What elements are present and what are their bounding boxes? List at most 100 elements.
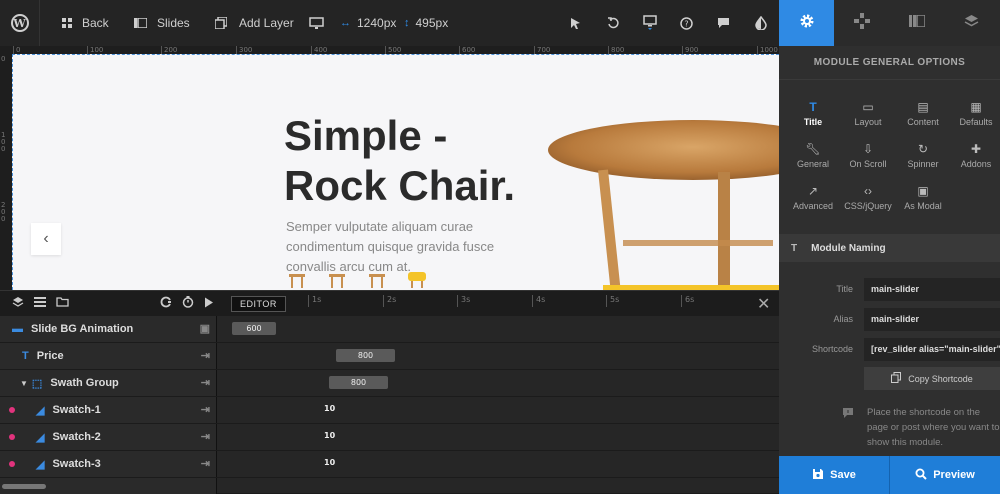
prev-slide-button[interactable]: ‹ bbox=[31, 223, 61, 255]
svg-text:?: ? bbox=[684, 19, 688, 28]
animation-bar[interactable]: 800 bbox=[329, 376, 388, 389]
select-tool-button[interactable] bbox=[557, 0, 594, 46]
width-field[interactable]: ↔ 1240px bbox=[340, 0, 396, 46]
caret-down-icon[interactable]: ▼ bbox=[20, 379, 28, 388]
chair-thumb-4[interactable] bbox=[406, 268, 428, 290]
play-icon[interactable] bbox=[204, 296, 214, 308]
row-title: Swath Group bbox=[50, 377, 119, 389]
horizontal-scrollbar[interactable] bbox=[2, 484, 46, 489]
timeline-row[interactable]: T Price ⇥ 800 bbox=[0, 343, 779, 370]
option-layout[interactable]: ▭ Layout bbox=[838, 100, 898, 127]
shortcode-field[interactable]: [rev_slider alias="main-slider"] bbox=[864, 338, 1000, 361]
slide-canvas[interactable]: Simple - Rock Chair. Semper vulputate al… bbox=[12, 54, 779, 290]
animation-value[interactable]: 10 bbox=[324, 431, 335, 440]
device-preview-button[interactable] bbox=[631, 0, 668, 46]
chair-thumb-2[interactable] bbox=[326, 268, 348, 290]
timer-icon[interactable] bbox=[182, 296, 194, 308]
title-icon: T bbox=[809, 100, 817, 114]
chair-image bbox=[548, 120, 779, 290]
option-title[interactable]: T Title bbox=[783, 100, 843, 127]
vruler-mark: 0 bbox=[1, 55, 6, 63]
timeline-scale[interactable]: 1s 2s 3s 4s 5s 6s bbox=[305, 291, 745, 317]
module-naming-section[interactable]: T Module Naming bbox=[779, 234, 1000, 262]
option-addons[interactable]: ✚ Addons bbox=[946, 142, 1000, 169]
timeline-second: 3s bbox=[457, 295, 470, 307]
timeline-second: 2s bbox=[383, 295, 396, 307]
height-field[interactable]: ↕ 495px bbox=[404, 0, 448, 46]
comments-button[interactable] bbox=[705, 0, 742, 46]
option-on-scroll[interactable]: ⇩ On Scroll bbox=[838, 142, 898, 169]
slide-title[interactable]: Simple - Rock Chair. bbox=[284, 111, 515, 211]
title-field[interactable]: main-slider bbox=[864, 278, 1000, 301]
monitor-icon bbox=[309, 16, 324, 30]
ruler-mark: 900 bbox=[682, 46, 698, 54]
alias-field[interactable]: main-slider bbox=[864, 308, 1000, 331]
back-button[interactable]: Back bbox=[62, 0, 109, 46]
loop-icon[interactable] bbox=[160, 296, 172, 308]
option-general[interactable]: 🔧︎ General bbox=[783, 142, 843, 169]
list-icon[interactable] bbox=[34, 296, 46, 308]
layers-icon[interactable] bbox=[12, 296, 24, 308]
close-timeline-button[interactable]: ✕ bbox=[757, 294, 770, 314]
preview-label: Preview bbox=[933, 469, 975, 481]
option-css-jquery[interactable]: ‹› CSS/jQuery bbox=[838, 184, 898, 211]
marker-dot bbox=[9, 461, 15, 467]
option-spinner[interactable]: ↻ Spinner bbox=[893, 142, 953, 169]
timeline-row[interactable]: ◢ Swatch-3 ⇥ 10 bbox=[0, 451, 779, 478]
chair-thumb-3[interactable] bbox=[366, 268, 388, 290]
comment-icon bbox=[717, 17, 730, 29]
height-arrows-icon: ↕ bbox=[404, 17, 410, 29]
add-layer-button[interactable]: Add Layer bbox=[215, 0, 294, 46]
timeline-row[interactable]: ▼ ⬚ Swath Group ⇥ 800 bbox=[0, 370, 779, 397]
folder-icon[interactable] bbox=[56, 296, 69, 308]
jump-to-end-icon[interactable]: ⇥ bbox=[201, 376, 210, 389]
undo-button[interactable] bbox=[594, 0, 631, 46]
row-title: Swatch-3 bbox=[52, 458, 101, 470]
timeline-second: 1s bbox=[308, 295, 321, 307]
timeline-row-label[interactable]: ◢ Swatch-1 ⇥ bbox=[0, 397, 217, 423]
copy-shortcode-button[interactable]: Copy Shortcode bbox=[864, 367, 1000, 390]
undo-icon bbox=[607, 17, 619, 29]
shortcode-label: Shortcode bbox=[811, 344, 853, 354]
alias-label: Alias bbox=[833, 314, 853, 324]
row-title: Slide BG Animation bbox=[31, 323, 134, 335]
text-layer-icon: T bbox=[22, 350, 29, 362]
chair-thumb-1[interactable] bbox=[286, 268, 308, 290]
copy-shortcode-label: Copy Shortcode bbox=[908, 373, 973, 384]
slides-button[interactable]: Slides bbox=[134, 0, 190, 46]
desktop-view-button[interactable] bbox=[309, 0, 324, 46]
animation-value[interactable]: 10 bbox=[324, 404, 335, 413]
tab-navigation[interactable] bbox=[834, 0, 889, 46]
save-button[interactable]: Save bbox=[779, 456, 889, 494]
timeline-row-label[interactable]: ▼ ⬚ Swath Group ⇥ bbox=[0, 370, 217, 396]
help-button[interactable]: ? bbox=[668, 0, 705, 46]
option-as-modal[interactable]: ▣ As Modal bbox=[893, 184, 953, 211]
animation-bar[interactable]: 600 bbox=[232, 322, 276, 335]
animation-value[interactable]: 10 bbox=[324, 458, 335, 467]
preview-button[interactable]: Preview bbox=[889, 456, 1000, 494]
tab-module-settings[interactable] bbox=[779, 0, 834, 46]
grid-icon bbox=[62, 18, 72, 28]
timeline-row-label[interactable]: T Price ⇥ bbox=[0, 343, 217, 369]
timeline-row-label[interactable]: ▬ Slide BG Animation ▣ bbox=[0, 316, 217, 342]
jump-to-end-icon[interactable]: ⇥ bbox=[201, 349, 210, 362]
option-label: Addons bbox=[960, 159, 992, 169]
animation-bar[interactable]: 800 bbox=[336, 349, 395, 362]
jump-to-end-icon[interactable]: ⇥ bbox=[201, 457, 210, 470]
timeline-row[interactable]: ◢ Swatch-2 ⇥ 10 bbox=[0, 424, 779, 451]
timeline-row[interactable]: ◢ Swatch-1 ⇥ 10 bbox=[0, 397, 779, 424]
option-content[interactable]: ▤ Content bbox=[893, 100, 953, 127]
wordpress-button[interactable]: W bbox=[0, 0, 40, 46]
timeline-row-label[interactable]: ◢ Swatch-3 ⇥ bbox=[0, 451, 217, 477]
option-advanced[interactable]: ↗ Advanced bbox=[783, 184, 843, 211]
shortcode-hint: Place the shortcode on the page or post … bbox=[867, 407, 1000, 448]
contrast-button[interactable] bbox=[742, 0, 779, 46]
jump-to-end-icon[interactable]: ⇥ bbox=[201, 430, 210, 443]
option-defaults[interactable]: ▦ Defaults bbox=[946, 100, 1000, 127]
tab-layers[interactable] bbox=[944, 0, 999, 46]
timeline-row[interactable]: ▬ Slide BG Animation ▣ 600 bbox=[0, 316, 779, 343]
timeline-row-label[interactable]: ◢ Swatch-2 ⇥ bbox=[0, 424, 217, 450]
jump-to-end-icon[interactable]: ⇥ bbox=[201, 403, 210, 416]
monitor-icon bbox=[642, 15, 657, 31]
tab-slides[interactable] bbox=[889, 0, 944, 46]
